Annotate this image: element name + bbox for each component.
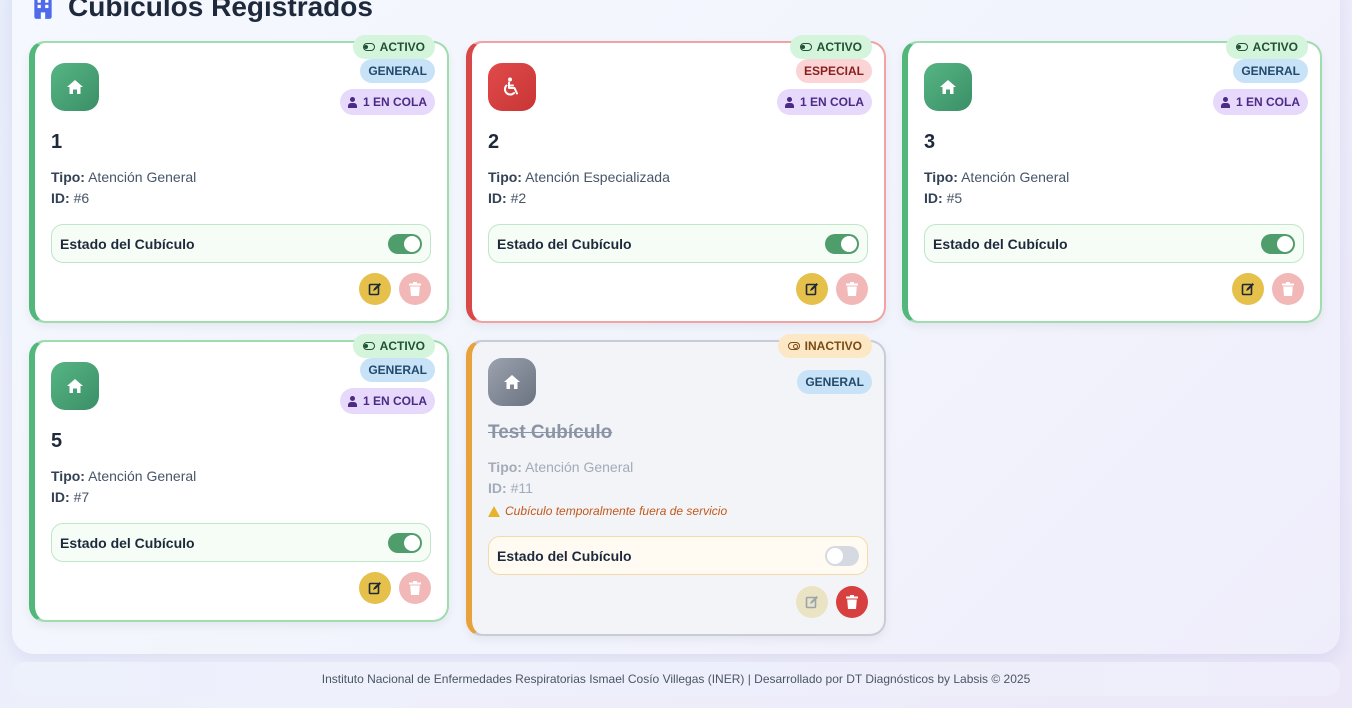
state-row: Estado del Cubículo bbox=[924, 224, 1304, 263]
user-queue-icon bbox=[347, 395, 358, 407]
status-badge: ACTIVO bbox=[1225, 35, 1308, 59]
edit-icon bbox=[368, 582, 381, 595]
toggle-icon bbox=[362, 43, 375, 51]
trash-icon bbox=[409, 581, 421, 595]
footer-text: Instituto Nacional de Enfermedades Respi… bbox=[321, 672, 1031, 686]
trash-icon bbox=[409, 282, 421, 296]
cubicle-type: Tipo: Atención General bbox=[488, 459, 634, 475]
home-icon bbox=[51, 362, 99, 410]
trash-icon bbox=[846, 282, 858, 296]
state-row: Estado del Cubículo bbox=[51, 523, 431, 562]
cubicle-name: 3 bbox=[924, 131, 936, 153]
cubicle-card: ACTIVO ESPECIAL 1 EN COLA 2 Tipo: Atenci… bbox=[466, 35, 886, 323]
trash-icon bbox=[846, 595, 858, 609]
edit-button[interactable] bbox=[359, 273, 391, 305]
delete-button[interactable] bbox=[836, 586, 868, 618]
delete-button[interactable] bbox=[836, 273, 868, 305]
cubicle-id: ID: #7 bbox=[51, 489, 90, 505]
home-icon bbox=[924, 63, 972, 111]
status-badge: INACTIVO bbox=[777, 334, 872, 358]
cubicle-id: ID: #5 bbox=[924, 190, 963, 206]
cubicle-card: ACTIVO GENERAL 1 EN COLA 5 Tipo: Atenció… bbox=[29, 334, 449, 622]
edit-icon bbox=[805, 596, 818, 609]
edit-icon bbox=[368, 283, 381, 296]
edit-button[interactable] bbox=[796, 586, 828, 618]
queue-badge: 1 EN COLA bbox=[1212, 89, 1308, 115]
warning-icon bbox=[488, 505, 500, 517]
edit-icon bbox=[1241, 283, 1254, 296]
cubicle-name: 2 bbox=[488, 131, 500, 153]
queue-badge: 1 EN COLA bbox=[339, 89, 435, 115]
delete-button[interactable] bbox=[399, 572, 431, 604]
state-toggle[interactable] bbox=[825, 545, 859, 566]
state-row: Estado del Cubículo bbox=[488, 224, 868, 263]
state-label: Estado del Cubículo bbox=[60, 534, 195, 551]
state-label: Estado del Cubículo bbox=[497, 547, 632, 564]
state-toggle[interactable] bbox=[825, 233, 859, 254]
footer: Instituto Nacional de Enfermedades Respi… bbox=[12, 662, 1340, 696]
cubicle-name: Test Cubículo bbox=[488, 422, 613, 443]
cubicle-type: Tipo: Atención General bbox=[924, 169, 1070, 185]
queue-badge: 1 EN COLA bbox=[776, 89, 872, 115]
delete-button[interactable] bbox=[399, 273, 431, 305]
state-toggle[interactable] bbox=[388, 532, 422, 553]
building-icon bbox=[30, 0, 56, 20]
edit-button[interactable] bbox=[796, 273, 828, 305]
toggle-icon bbox=[362, 342, 375, 350]
type-badge: ESPECIAL bbox=[795, 59, 872, 83]
user-queue-icon bbox=[1220, 96, 1231, 108]
cubicle-name: 5 bbox=[51, 430, 63, 452]
wheelchair-icon bbox=[488, 63, 536, 111]
state-label: Estado del Cubículo bbox=[933, 235, 1068, 252]
cubicle-card: ACTIVO GENERAL 1 EN COLA 1 Tipo: Atenció… bbox=[29, 35, 449, 323]
status-badge: ACTIVO bbox=[352, 334, 435, 358]
edit-icon bbox=[805, 283, 818, 296]
cubicle-card: ACTIVO GENERAL 1 EN COLA 3 Tipo: Atenció… bbox=[902, 35, 1322, 323]
state-label: Estado del Cubículo bbox=[60, 235, 195, 252]
type-badge: GENERAL bbox=[360, 59, 435, 83]
home-icon bbox=[51, 63, 99, 111]
state-label: Estado del Cubículo bbox=[497, 235, 632, 252]
cubicle-id: ID: #2 bbox=[488, 190, 527, 206]
state-row: Estado del Cubículo bbox=[488, 536, 868, 575]
user-queue-icon bbox=[784, 96, 795, 108]
trash-icon bbox=[1282, 282, 1294, 296]
state-row: Estado del Cubículo bbox=[51, 224, 431, 263]
delete-button[interactable] bbox=[1272, 273, 1304, 305]
type-badge: GENERAL bbox=[797, 370, 872, 394]
state-toggle[interactable] bbox=[388, 233, 422, 254]
cubicle-type: Tipo: Atención Especializada bbox=[488, 169, 670, 185]
toggle-icon bbox=[799, 43, 812, 51]
cubicle-name: 1 bbox=[51, 131, 63, 153]
cubicle-id: ID: #11 bbox=[488, 480, 533, 496]
edit-button[interactable] bbox=[1232, 273, 1264, 305]
status-badge: ACTIVO bbox=[352, 35, 435, 59]
queue-badge: 1 EN COLA bbox=[339, 388, 435, 414]
cubicle-card: INACTIVO GENERAL Test Cubículo Tipo: Ate… bbox=[466, 334, 886, 636]
user-queue-icon bbox=[347, 96, 358, 108]
home-icon bbox=[488, 358, 536, 406]
cubicle-type: Tipo: Atención General bbox=[51, 468, 197, 484]
type-badge: GENERAL bbox=[1233, 59, 1308, 83]
state-toggle[interactable] bbox=[1261, 233, 1295, 254]
status-badge: ACTIVO bbox=[789, 35, 872, 59]
cubicle-type: Tipo: Atención General bbox=[51, 169, 197, 185]
section-title: Cubículos Registrados bbox=[68, 0, 373, 22]
out-of-service-warning: Cubículo temporalmente fuera de servicio bbox=[488, 504, 727, 518]
edit-button[interactable] bbox=[359, 572, 391, 604]
toggle-icon bbox=[1235, 43, 1248, 51]
type-badge: GENERAL bbox=[360, 358, 435, 382]
cubicle-id: ID: #6 bbox=[51, 190, 90, 206]
toggle-off-icon bbox=[787, 342, 800, 350]
section-header: Cubículos Registrados bbox=[30, 0, 373, 24]
